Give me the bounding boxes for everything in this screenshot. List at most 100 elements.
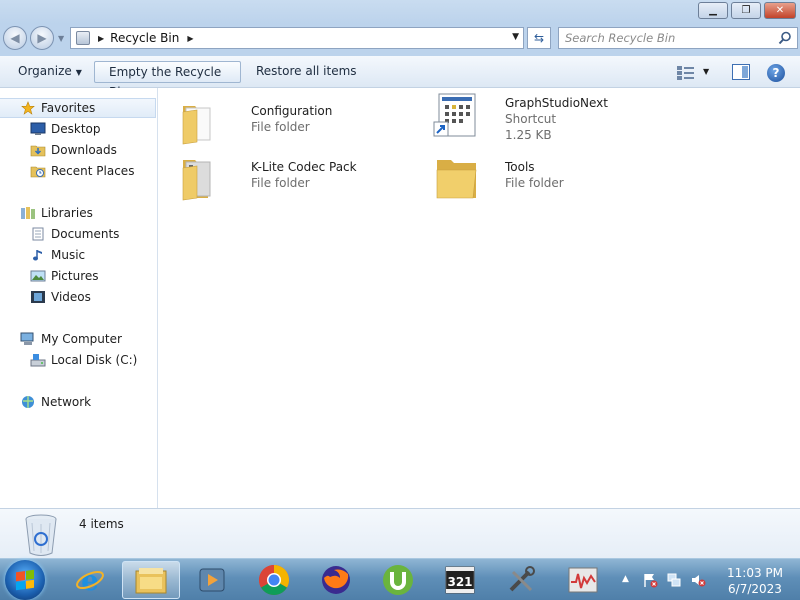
search-input[interactable] bbox=[565, 28, 775, 48]
file-item[interactable]: Tools File folder bbox=[433, 154, 673, 206]
nav-libraries-label: Libraries bbox=[41, 206, 93, 220]
nav-recent-places-label: Recent Places bbox=[51, 164, 135, 178]
nav-my-computer-label: My Computer bbox=[41, 332, 122, 346]
file-type: File folder bbox=[505, 176, 564, 190]
nav-videos-label: Videos bbox=[51, 290, 91, 304]
folder-icon bbox=[182, 106, 211, 145]
taskbar-tools[interactable] bbox=[492, 561, 550, 599]
internet-explorer-icon: e bbox=[76, 565, 104, 595]
breadcrumb-recycle-bin[interactable]: Recycle Bin bbox=[110, 31, 179, 45]
nav-my-computer[interactable]: My Computer bbox=[0, 329, 156, 349]
breadcrumb-chevron-icon[interactable]: ▶ bbox=[187, 34, 193, 43]
minimize-icon: ▁ bbox=[709, 5, 717, 16]
file-item[interactable]: GraphStudioNext Shortcut 1.25 KB bbox=[433, 90, 673, 142]
clock-date: 6/7/2023 bbox=[728, 582, 782, 596]
details-pane: 4 items bbox=[0, 508, 800, 558]
pictures-icon bbox=[30, 270, 46, 282]
file-item[interactable]: Configuration File folder bbox=[179, 98, 419, 150]
maximize-button[interactable]: ❐ bbox=[731, 2, 761, 19]
close-button[interactable]: ✕ bbox=[764, 2, 796, 19]
nav-desktop[interactable]: Desktop bbox=[0, 119, 156, 139]
taskbar-media-player[interactable] bbox=[183, 561, 241, 599]
file-type: File folder bbox=[251, 176, 310, 190]
forward-arrow-icon: ▶ bbox=[37, 31, 47, 45]
nav-libraries[interactable]: Libraries bbox=[0, 203, 156, 223]
windows-logo-icon bbox=[16, 569, 34, 591]
nav-local-disk[interactable]: Local Disk (C:) bbox=[0, 350, 156, 370]
svg-text:321: 321 bbox=[447, 575, 472, 589]
address-dropdown-icon[interactable]: ▼ bbox=[512, 32, 519, 42]
file-size: 1.25 KB bbox=[505, 128, 552, 142]
help-icon[interactable]: ? bbox=[767, 64, 785, 82]
tools-icon bbox=[509, 566, 535, 592]
taskbar-windows-explorer[interactable] bbox=[122, 561, 180, 599]
window-controls: ▁ ❐ ✕ bbox=[698, 2, 796, 19]
taskbar-chrome[interactable] bbox=[245, 561, 303, 599]
star-icon bbox=[21, 101, 35, 115]
music-icon bbox=[33, 250, 42, 261]
network-icon bbox=[22, 396, 34, 408]
nav-documents-label: Documents bbox=[51, 227, 120, 241]
change-view-icon[interactable] bbox=[676, 65, 696, 81]
action-center-flag-icon[interactable] bbox=[642, 572, 658, 588]
recycle-bin-small-icon bbox=[76, 31, 90, 45]
nav-pictures[interactable]: Pictures bbox=[0, 266, 156, 286]
nav-network[interactable]: Network bbox=[0, 392, 156, 412]
restore-down-icon: ❐ bbox=[741, 5, 751, 16]
forward-button[interactable]: ▶ bbox=[30, 26, 54, 50]
system-tray: ▲ 11:03 PM 6/7/2023 bbox=[618, 559, 800, 600]
back-button[interactable]: ◀ bbox=[3, 26, 27, 50]
monitor-icon bbox=[568, 567, 598, 593]
search-icon[interactable] bbox=[778, 31, 792, 45]
taskbar-firefox[interactable] bbox=[307, 561, 365, 599]
taskbar-mpc-hc[interactable]: 321 bbox=[431, 561, 489, 599]
refresh-button[interactable]: ⇆ bbox=[527, 27, 551, 49]
taskbar-internet-explorer[interactable]: e bbox=[61, 561, 119, 599]
libraries-icon bbox=[21, 207, 35, 219]
organize-button[interactable]: Organize ▼ bbox=[8, 61, 92, 83]
taskbar: e 321 ▲ 11:03 PM 6/7/2023 bbox=[0, 558, 800, 600]
nav-network-label: Network bbox=[41, 395, 92, 409]
title-bar: ▁ ❐ ✕ bbox=[0, 0, 800, 24]
recent-pages-dropdown[interactable]: ▼ bbox=[58, 34, 64, 43]
downloads-folder-icon bbox=[30, 145, 46, 157]
volume-muted-icon[interactable] bbox=[690, 572, 706, 588]
minimize-button[interactable]: ▁ bbox=[698, 2, 728, 19]
nav-favorites-label: Favorites bbox=[41, 101, 96, 115]
file-type: Shortcut bbox=[505, 112, 557, 126]
documents-icon bbox=[32, 227, 44, 241]
chevron-down-icon: ▼ bbox=[75, 68, 82, 77]
view-options-chevron-icon[interactable]: ▼ bbox=[703, 67, 709, 76]
address-bar[interactable]: ▶ Recycle Bin ▶ ▼ bbox=[70, 27, 524, 49]
nav-recent-places[interactable]: Recent Places bbox=[0, 161, 156, 181]
show-hidden-icons-icon[interactable]: ▲ bbox=[622, 574, 629, 584]
folder-icon bbox=[436, 160, 477, 199]
nav-music[interactable]: Music bbox=[0, 245, 156, 265]
file-item[interactable]: K-Lite Codec Pack File folder bbox=[179, 154, 419, 206]
taskbar-utorrent[interactable] bbox=[369, 561, 427, 599]
recent-places-icon bbox=[30, 166, 46, 178]
utorrent-icon bbox=[383, 565, 413, 595]
file-type: File folder bbox=[251, 120, 310, 134]
nav-favorites[interactable]: Favorites bbox=[0, 98, 156, 118]
taskbar-monitor[interactable] bbox=[554, 561, 612, 599]
folder-icon bbox=[182, 160, 211, 201]
nav-music-label: Music bbox=[51, 248, 86, 262]
file-name: GraphStudioNext bbox=[505, 96, 608, 110]
start-button[interactable] bbox=[5, 560, 45, 600]
restore-all-items-button[interactable]: Restore all items bbox=[246, 61, 367, 83]
local-disk-icon bbox=[30, 354, 46, 367]
taskbar-clock[interactable]: 11:03 PM 6/7/2023 bbox=[720, 565, 790, 597]
chrome-icon bbox=[258, 565, 290, 596]
network-status-icon[interactable] bbox=[666, 572, 682, 588]
nav-documents[interactable]: Documents bbox=[0, 224, 156, 244]
empty-recycle-bin-button[interactable]: Empty the Recycle Bin bbox=[94, 61, 241, 99]
preview-pane-icon[interactable] bbox=[732, 64, 750, 80]
nav-downloads[interactable]: Downloads bbox=[0, 140, 156, 160]
breadcrumb-chevron-icon[interactable]: ▶ bbox=[98, 34, 104, 43]
firefox-icon bbox=[322, 566, 350, 594]
nav-videos[interactable]: Videos bbox=[0, 287, 156, 307]
mpc-hc-icon: 321 bbox=[445, 566, 475, 594]
file-name: K-Lite Codec Pack bbox=[251, 160, 357, 174]
search-box[interactable] bbox=[558, 27, 798, 49]
